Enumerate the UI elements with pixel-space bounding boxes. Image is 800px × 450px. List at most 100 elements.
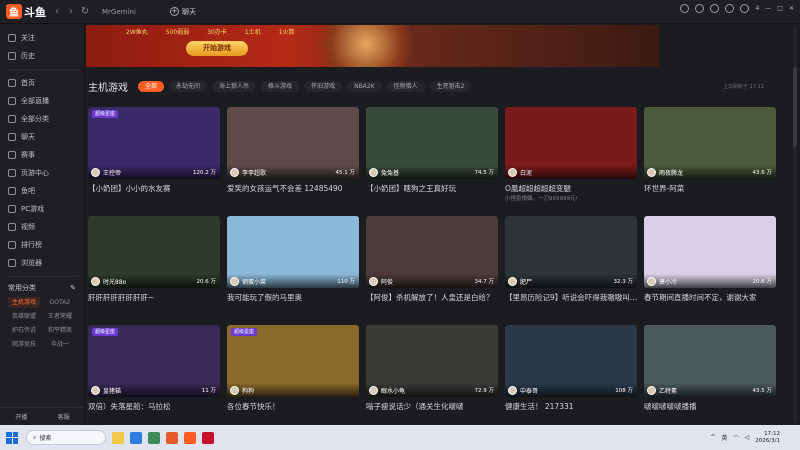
edit-icon[interactable]: ✎ bbox=[70, 284, 76, 292]
sidebar-item-follow[interactable]: 关注 bbox=[0, 29, 84, 47]
stream-title[interactable]: 健康生活！ 217331 bbox=[505, 401, 637, 412]
category-chip[interactable]: 网游竞技 bbox=[8, 339, 40, 350]
stream-card[interactable]: 兔兔基 74.5 万【小奶团】瞎狗之王真好玩 bbox=[366, 107, 498, 193]
volume-icon[interactable]: ◁ bbox=[745, 434, 750, 441]
stream-thumbnail[interactable]: 李李超歌 45.1 万 bbox=[227, 107, 359, 179]
stream-title[interactable]: 【里昂历险记9】听说会吓得我嗷嗷叫… bbox=[505, 292, 637, 303]
stream-card[interactable]: 中泰哥 108 万健康生活！ 217331 bbox=[505, 325, 637, 411]
streamer-info[interactable]: 肥尸 bbox=[508, 277, 532, 286]
streamer-info[interactable]: 乙特素 bbox=[647, 386, 677, 395]
stream-thumbnail[interactable]: 超级星座 皇猪猫 11 万 bbox=[88, 325, 220, 397]
filter-chip[interactable]: 海上狼人杀 bbox=[212, 80, 257, 92]
start-stream-button[interactable]: 开播 bbox=[15, 412, 27, 421]
category-chip[interactable]: 英雄联盟 bbox=[8, 311, 40, 322]
refresh-icon[interactable]: ↻ bbox=[78, 6, 92, 17]
stream-card[interactable]: 李李超歌 45.1 万爱笑的女孩运气不会差 12485490 bbox=[227, 107, 359, 193]
sidebar-item-pc-games[interactable]: PC游戏 bbox=[0, 200, 84, 218]
stream-title[interactable]: 啵啵啵啵啵播播 bbox=[644, 401, 776, 412]
filter-chip-all[interactable]: 全部 bbox=[138, 80, 165, 92]
minimize-icon[interactable]: — bbox=[765, 5, 771, 12]
category-chip[interactable]: 主机游戏 bbox=[8, 297, 40, 308]
sidebar-item-chat[interactable]: 聊天 bbox=[0, 128, 84, 146]
forward-icon[interactable]: › bbox=[64, 6, 78, 17]
sidebar-item-all-live[interactable]: 全部直播 bbox=[0, 92, 84, 110]
notification-icon[interactable] bbox=[725, 4, 735, 13]
firefox-icon[interactable] bbox=[166, 431, 178, 444]
stream-title[interactable]: 爱笑的女孩运气不会差 12485490 bbox=[227, 183, 359, 194]
sidebar-item-history[interactable]: 历史 bbox=[0, 47, 84, 65]
stream-card[interactable]: 超级星座 皇猪猫 11 万双倍）失落星船：马拉松 bbox=[88, 325, 220, 411]
category-chip[interactable]: 王者荣耀 bbox=[44, 311, 76, 322]
stream-title[interactable]: 春节期间直播时间不定，谢谢大家 bbox=[644, 292, 776, 303]
stream-card[interactable]: 雨夜腾龙 43.6 万环世界-阿菜 bbox=[644, 107, 776, 193]
streamer-info[interactable]: 王控帝 bbox=[91, 168, 121, 177]
filter-chip[interactable]: 怀旧游戏 bbox=[304, 80, 343, 92]
streamer-info[interactable]: 钢蛋小菜 bbox=[230, 277, 266, 286]
stream-thumbnail[interactable]: 超级星座 狗狗 bbox=[227, 325, 359, 397]
streamer-info[interactable]: 时光88o bbox=[91, 277, 126, 286]
category-chip[interactable]: DOTA2 bbox=[44, 297, 76, 308]
clock[interactable]: 17:12 2026/3/1 bbox=[755, 431, 780, 445]
streamer-info[interactable]: 眼水小龟 bbox=[369, 386, 405, 395]
edge-icon[interactable] bbox=[130, 431, 142, 444]
category-chip[interactable]: 和平精英 bbox=[44, 325, 76, 336]
chevron-up-icon[interactable]: ^ bbox=[710, 434, 715, 441]
app-icon[interactable] bbox=[202, 431, 214, 444]
start-game-button[interactable]: 开始游戏 bbox=[186, 41, 248, 56]
stream-card[interactable]: 超级星座 王控帝 120.2 万【小奶团】小小的水友赛 bbox=[88, 107, 220, 193]
stream-card[interactable]: 阿俊 34.7 万【阿俊】杀机解放了！人皇还是白给？ bbox=[366, 216, 498, 302]
stream-thumbnail[interactable]: 超级星座 王控帝 120.2 万 bbox=[88, 107, 220, 179]
filter-chip[interactable]: 永劫无间 bbox=[169, 80, 208, 92]
store-icon[interactable] bbox=[148, 431, 160, 444]
sidebar-item-web-games[interactable]: 页游中心 bbox=[0, 164, 84, 182]
wifi-icon[interactable]: ◠ bbox=[733, 434, 738, 441]
streamer-info[interactable]: 兔兔基 bbox=[369, 168, 399, 177]
stream-card[interactable]: 钢蛋小菜 110 万我可能玩了假的马里奥 bbox=[227, 216, 359, 302]
stream-title[interactable]: 肝肝肝肝肝肝肝肝~ bbox=[88, 292, 220, 303]
stream-thumbnail[interactable]: 中泰哥 108 万 bbox=[505, 325, 637, 397]
streamer-info[interactable]: 雨夜腾龙 bbox=[647, 168, 683, 177]
stream-thumbnail[interactable]: 阿俊 34.7 万 bbox=[366, 216, 498, 288]
douyu-app-icon[interactable] bbox=[184, 431, 196, 444]
clock-icon[interactable] bbox=[680, 4, 690, 13]
sidebar-item-forum[interactable]: 鱼吧 bbox=[0, 182, 84, 200]
back-icon[interactable]: ‹ bbox=[50, 6, 64, 17]
filter-chip[interactable]: 生死狙击2 bbox=[429, 80, 472, 92]
streamer-info[interactable]: 萧小冷 bbox=[647, 277, 677, 286]
filter-chip[interactable]: 格斗游戏 bbox=[261, 80, 300, 92]
user-avatar-icon[interactable] bbox=[740, 4, 750, 13]
sidebar-item-video[interactable]: 视频 bbox=[0, 218, 84, 236]
customer-service-button[interactable]: 客服 bbox=[58, 412, 70, 421]
stream-thumbnail[interactable]: 白泥 bbox=[505, 107, 637, 179]
stream-thumbnail[interactable]: 时光88o 20.6 万 bbox=[88, 216, 220, 288]
stream-title[interactable]: O凰超超超超超变腿 bbox=[505, 183, 637, 194]
scrollbar-thumb[interactable] bbox=[793, 67, 797, 147]
streamer-info[interactable]: 李李超歌 bbox=[230, 168, 266, 177]
filter-chip[interactable]: 怪物猎人 bbox=[386, 80, 425, 92]
stream-thumbnail[interactable]: 兔兔基 74.5 万 bbox=[366, 107, 498, 179]
streamer-info[interactable]: 皇猪猫 bbox=[91, 386, 121, 395]
streamer-info[interactable]: 阿俊 bbox=[369, 277, 393, 286]
stream-title[interactable]: 双倍）失落星船：马拉松 bbox=[88, 401, 220, 412]
stream-thumbnail[interactable]: 眼水小龟 72.9 万 bbox=[366, 325, 498, 397]
streamer-info[interactable]: 狗狗 bbox=[230, 386, 254, 395]
stream-card[interactable]: 眼水小龟 72.9 万嗡子瘦说话少（通关生化啵啵 bbox=[366, 325, 498, 411]
sidebar-item-browser[interactable]: 浏览器 bbox=[0, 254, 84, 272]
stream-thumbnail[interactable]: 雨夜腾龙 43.6 万 bbox=[644, 107, 776, 179]
sidebar-item-ranking[interactable]: 排行榜 bbox=[0, 236, 84, 254]
stream-title[interactable]: 嗡子瘦说话少（通关生化啵啵 bbox=[366, 401, 498, 412]
new-tab-button[interactable]: + 聊天 bbox=[170, 7, 196, 17]
file-explorer-icon[interactable] bbox=[112, 431, 124, 444]
stream-thumbnail[interactable]: 钢蛋小菜 110 万 bbox=[227, 216, 359, 288]
stream-card[interactable]: 时光88o 20.6 万肝肝肝肝肝肝肝肝~ bbox=[88, 216, 220, 302]
stream-title[interactable]: 【小奶团】小小的水友赛 bbox=[88, 183, 220, 194]
stream-title[interactable]: 我可能玩了假的马里奥 bbox=[227, 292, 359, 303]
sidebar-item-home[interactable]: 首页 bbox=[0, 74, 84, 92]
streamer-info[interactable]: 白泥 bbox=[508, 168, 532, 177]
promo-banner[interactable]: 2W鱼丸 500弱弱 30办卡 1土机 1火箭 开始游戏 bbox=[86, 25, 659, 67]
download-icon[interactable] bbox=[695, 4, 705, 13]
input-language[interactable]: 英 bbox=[721, 433, 727, 442]
sidebar-item-events[interactable]: 赛事 bbox=[0, 146, 84, 164]
stream-thumbnail[interactable]: 乙特素 43.5 万 bbox=[644, 325, 776, 397]
scrollbar[interactable] bbox=[793, 27, 797, 423]
